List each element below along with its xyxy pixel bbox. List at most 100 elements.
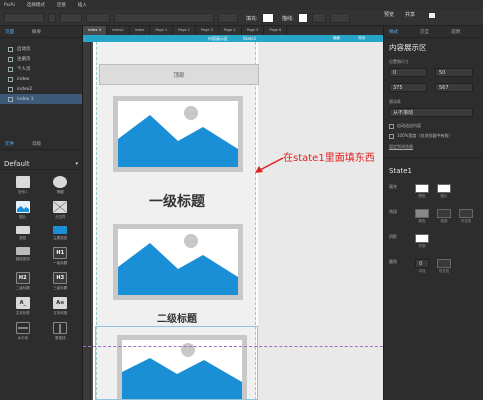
pin-to-browser-link[interactable]: 固定到浏览器: [384, 141, 483, 152]
header-label: 顶部: [173, 72, 185, 79]
full-width-checkbox[interactable]: 100%宽度（仅浏览器中有效）: [384, 131, 483, 141]
doc-tab[interactable]: Page 4: [219, 26, 242, 35]
fill-color-swatch[interactable]: [415, 184, 429, 193]
height-field[interactable]: 567: [435, 83, 473, 92]
horizontal-line-icon: [15, 322, 30, 334]
guide-line: [83, 346, 383, 347]
page-item-selected[interactable]: index 3: [0, 94, 82, 104]
tab-outline[interactable]: 概要: [32, 29, 41, 35]
radius-visibility-swatch[interactable]: [437, 259, 451, 268]
doc-tab[interactable]: index: [130, 26, 151, 35]
page-icon: [8, 86, 13, 92]
page-label: index 3: [17, 96, 34, 102]
border-color-swatch[interactable]: [415, 209, 429, 218]
hide-panel-button[interactable]: 隐藏: [333, 36, 340, 41]
widget-h1[interactable]: H1 一级标题: [42, 247, 80, 266]
widget-ellipse[interactable]: 椭圆: [42, 176, 80, 195]
shadow-swatch[interactable]: [415, 234, 429, 243]
widget-rectangle[interactable]: 矩形1: [4, 176, 42, 195]
radius-field[interactable]: 0: [415, 259, 429, 268]
widget-paragraph[interactable]: A≡ 文本段落: [42, 297, 80, 316]
menu-item[interactable]: 连接: [57, 2, 66, 8]
doc-tab[interactable]: index 3: [83, 26, 107, 35]
toolbar-button[interactable]: [48, 13, 56, 23]
tab-pages[interactable]: 页面: [5, 29, 14, 35]
fill-image-swatch[interactable]: [437, 184, 451, 193]
close-panel-button[interactable]: 关闭: [358, 36, 365, 41]
share-icon[interactable]: [428, 12, 436, 19]
doc-tab[interactable]: Page 5: [242, 26, 265, 35]
menu-item[interactable]: 选择模式: [27, 2, 45, 8]
heading-2[interactable]: 二级标题: [97, 310, 257, 325]
inspector-tabs: 样式 交互 说明: [384, 26, 483, 38]
menu-item[interactable]: Ps/Ai: [4, 3, 15, 8]
doc-tab[interactable]: Page 3: [196, 26, 219, 35]
y-field[interactable]: 50: [435, 68, 473, 77]
tab-notes[interactable]: 说明: [451, 29, 460, 35]
border-label: 描线:: [282, 16, 294, 22]
tab-widgets[interactable]: 元件: [5, 141, 14, 147]
h2-icon: H2: [15, 272, 30, 284]
doc-tab[interactable]: Page 2: [173, 26, 196, 35]
widget-vline[interactable]: 垂直线: [42, 322, 80, 341]
widget-h3[interactable]: H3 三级标题: [42, 272, 80, 291]
header-box[interactable]: 顶部: [99, 64, 259, 85]
widget-button[interactable]: 按钮: [4, 226, 42, 241]
page-item[interactable]: 注册页: [0, 54, 82, 64]
page-label: index: [17, 76, 30, 82]
right-panel: 样式 交互 说明 内容展示区 位置和尺寸 0 50 375 567 滚动条 从不…: [383, 26, 483, 400]
heading-1[interactable]: 一级标题: [97, 191, 257, 211]
page-item[interactable]: index2: [0, 84, 82, 94]
border-visibility-swatch[interactable]: [459, 209, 473, 218]
x-field[interactable]: 0: [389, 68, 427, 77]
page-item[interactable]: 启动页: [0, 44, 82, 54]
border-swatch[interactable]: [298, 13, 308, 23]
checkbox-icon: [389, 133, 394, 139]
fill-label: 填充:: [246, 16, 258, 22]
tab-style[interactable]: 样式: [389, 29, 398, 35]
width-field[interactable]: 375: [389, 83, 427, 92]
widget-hline[interactable]: 水平线: [4, 322, 42, 341]
preview-label[interactable]: 预览: [384, 11, 394, 18]
widget-placeholder[interactable]: 占位符: [42, 201, 80, 220]
doc-tab[interactable]: Page 6: [264, 26, 288, 35]
image-placeholder[interactable]: [113, 224, 243, 300]
share-label[interactable]: 共享: [405, 11, 415, 18]
state-name[interactable]: State1: [243, 36, 256, 41]
border-row: 线段 颜色 线宽 可见性: [389, 209, 473, 223]
text-label-icon: A_: [15, 297, 30, 309]
library-search[interactable]: [0, 150, 83, 158]
page-label: index2: [17, 86, 33, 92]
widget-link-button[interactable]: 链接按钮: [4, 247, 42, 266]
widget-h2[interactable]: H2 二级标题: [4, 272, 42, 291]
pages-tabs: 页面 概要: [0, 26, 82, 38]
border-width-swatch[interactable]: [437, 209, 451, 218]
page-item[interactable]: 个人页: [0, 64, 82, 74]
library-select[interactable]: Default ▾: [0, 158, 83, 170]
font-select[interactable]: [4, 13, 44, 23]
border-width-select[interactable]: [312, 13, 326, 23]
font-size-select[interactable]: [218, 13, 238, 23]
page-icon: [8, 96, 13, 102]
fill-swatch[interactable]: [262, 13, 274, 23]
scroll-select[interactable]: 从不滚动: [389, 108, 473, 117]
doc-tab[interactable]: index2: [107, 26, 130, 35]
tab-masters[interactable]: 母版: [32, 141, 41, 147]
canvas-area: index 3 index2 index Page 1 Page 2 Page …: [83, 26, 383, 400]
widget-image[interactable]: 图片: [4, 201, 42, 220]
page-item[interactable]: index: [0, 74, 82, 84]
toolbar-button[interactable]: [60, 13, 82, 23]
toolbar-button[interactable]: [330, 13, 350, 23]
toolbar-button[interactable]: [86, 13, 110, 23]
image-placeholder[interactable]: [113, 96, 243, 172]
font-family-select[interactable]: [114, 13, 214, 23]
arrow-icon: [255, 157, 284, 173]
tab-interactions[interactable]: 交互: [420, 29, 429, 35]
widget-text-label[interactable]: A_ 文本标签: [4, 297, 42, 316]
menu-item[interactable]: 插入: [78, 2, 87, 8]
widget-primary-button[interactable]: 主要按钮: [42, 226, 80, 241]
page-icon: [8, 46, 13, 52]
placeholder-icon: [53, 201, 68, 213]
fit-content-checkbox[interactable]: 自动适应内容: [384, 121, 483, 131]
doc-tab[interactable]: Page 1: [150, 26, 174, 35]
